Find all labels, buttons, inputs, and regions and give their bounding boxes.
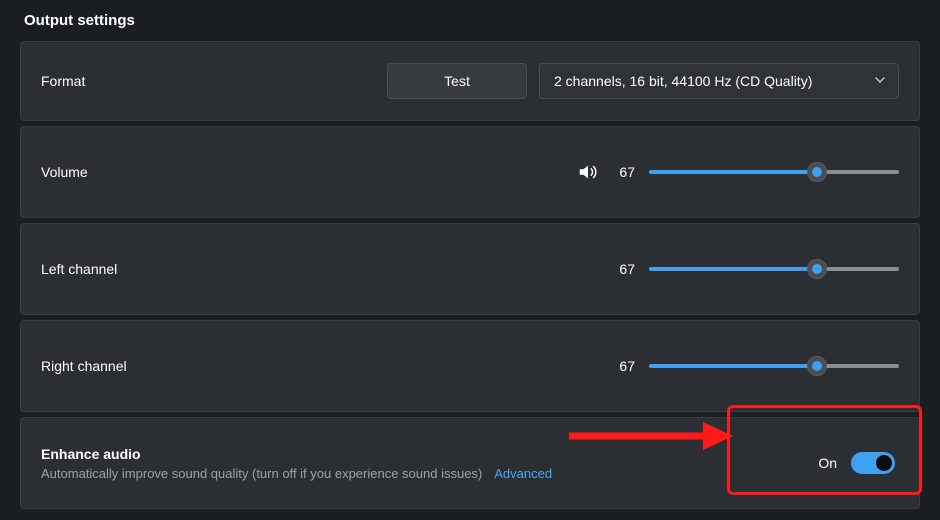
volume-label: Volume (41, 164, 88, 180)
section-title: Output settings (24, 12, 920, 29)
left-channel-label: Left channel (41, 261, 117, 277)
format-card: Format Test 2 channels, 16 bit, 44100 Hz… (20, 41, 920, 121)
format-dropdown-value: 2 channels, 16 bit, 44100 Hz (CD Quality… (554, 73, 812, 89)
left-channel-card: Left channel 67 (20, 223, 920, 315)
volume-card: Volume 67 (20, 126, 920, 218)
volume-value: 67 (613, 164, 635, 180)
right-channel-card: Right channel 67 (20, 320, 920, 412)
volume-slider[interactable] (649, 162, 899, 182)
format-dropdown[interactable]: 2 channels, 16 bit, 44100 Hz (CD Quality… (539, 63, 899, 99)
volume-icon (577, 161, 599, 183)
enhance-toggle-state: On (818, 455, 837, 471)
left-channel-slider[interactable] (649, 259, 899, 279)
left-channel-value: 67 (613, 261, 635, 277)
right-channel-value: 67 (613, 358, 635, 374)
enhance-audio-title: Enhance audio (41, 446, 552, 462)
advanced-link[interactable]: Advanced (494, 466, 552, 481)
right-channel-slider[interactable] (649, 356, 899, 376)
format-label: Format (41, 73, 85, 89)
chevron-down-icon (874, 73, 886, 89)
enhance-toggle[interactable] (851, 452, 895, 474)
test-button[interactable]: Test (387, 63, 527, 99)
right-channel-label: Right channel (41, 358, 127, 374)
enhance-audio-subtitle: Automatically improve sound quality (tur… (41, 466, 482, 481)
test-button-label: Test (444, 73, 470, 89)
enhance-audio-card: Enhance audio Automatically improve soun… (20, 417, 920, 509)
